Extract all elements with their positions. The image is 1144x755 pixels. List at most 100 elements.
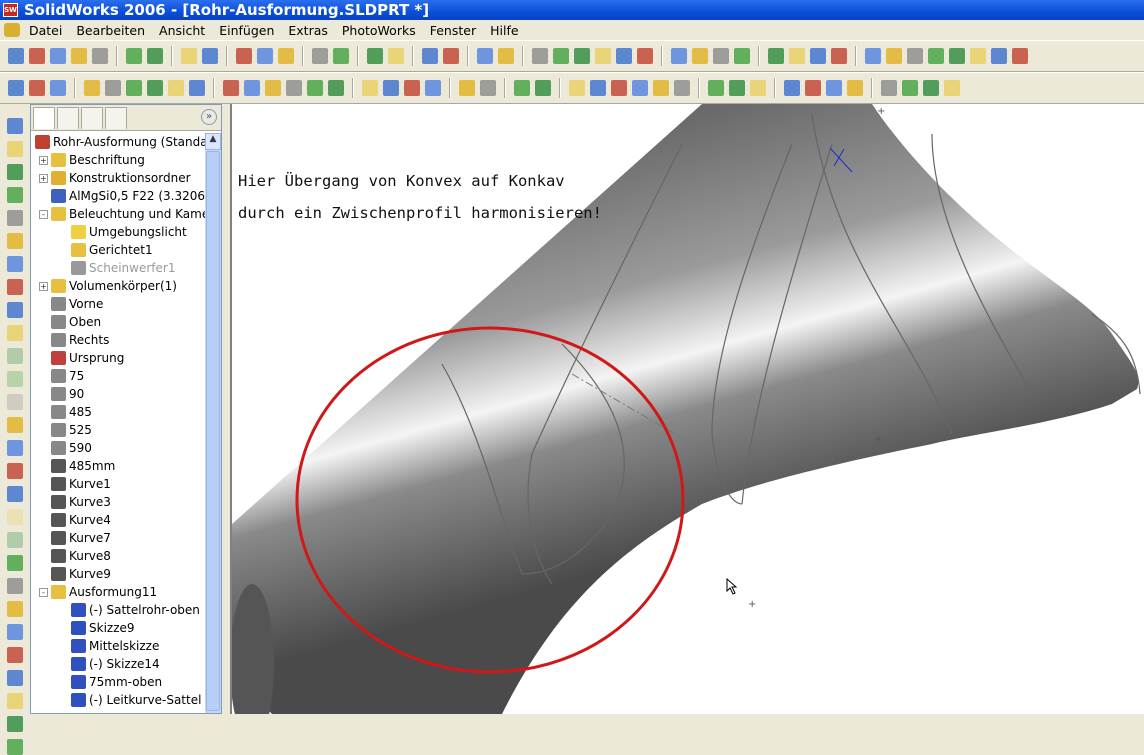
feature-button-7[interactable]: [168, 80, 184, 96]
standard-button-29[interactable]: [734, 48, 750, 64]
tree-item[interactable]: Kurve3: [51, 493, 111, 511]
feature-button-31[interactable]: [750, 80, 766, 96]
sketch-tool-button-11[interactable]: [7, 371, 23, 387]
menu-bearbeiten[interactable]: Bearbeiten: [69, 23, 152, 38]
standard-button-8[interactable]: [202, 48, 218, 64]
tree-item[interactable]: 525: [51, 421, 92, 439]
feature-button-10[interactable]: [244, 80, 260, 96]
tree-item[interactable]: 590: [51, 439, 92, 457]
tree-item[interactable]: (-) Leitkurve-Sattel: [71, 691, 201, 709]
tree-item[interactable]: Kurve7: [51, 529, 111, 547]
sketch-tool-button-12[interactable]: [7, 394, 23, 410]
standard-button-16[interactable]: [422, 48, 438, 64]
tree-item[interactable]: Kurve4: [51, 511, 111, 529]
configurationmanager-tab[interactable]: [81, 107, 103, 129]
menu-einfügen[interactable]: Einfügen: [212, 23, 281, 38]
sketch-tool-button-16[interactable]: [7, 486, 23, 502]
standard-button-28[interactable]: [713, 48, 729, 64]
tree-item[interactable]: + Konstruktionsordner: [39, 169, 191, 187]
standard-button-26[interactable]: [671, 48, 687, 64]
tree-item[interactable]: 485: [51, 403, 92, 421]
tree-item[interactable]: 75: [51, 367, 84, 385]
feature-button-9[interactable]: [223, 80, 239, 96]
standard-button-2[interactable]: [50, 48, 66, 64]
standard-button-31[interactable]: [789, 48, 805, 64]
app-menu-icon[interactable]: [4, 23, 20, 37]
sketch-tool-button-13[interactable]: [7, 417, 23, 433]
feature-button-24[interactable]: [590, 80, 606, 96]
standard-button-5[interactable]: [126, 48, 142, 64]
standard-button-23[interactable]: [595, 48, 611, 64]
expand-icon[interactable]: +: [39, 155, 48, 165]
standard-button-37[interactable]: [928, 48, 944, 64]
expand-icon[interactable]: +: [39, 281, 48, 291]
graphics-viewport[interactable]: + + + Hier Übergang von Konvex auf Konka…: [230, 104, 1144, 714]
sketch-tool-button-6[interactable]: [7, 256, 23, 272]
feature-button-29[interactable]: [708, 80, 724, 96]
standard-button-12[interactable]: [312, 48, 328, 64]
sketch-tool-button-4[interactable]: [7, 210, 23, 226]
menu-fenster[interactable]: Fenster: [423, 23, 483, 38]
feature-button-25[interactable]: [611, 80, 627, 96]
feature-button-35[interactable]: [847, 80, 863, 96]
sketch-tool-button-24[interactable]: [7, 670, 23, 686]
tree-item[interactable]: Umgebungslicht: [71, 223, 187, 241]
feature-button-1[interactable]: [29, 80, 45, 96]
sketch-tool-button-9[interactable]: [7, 325, 23, 341]
feature-button-23[interactable]: [569, 80, 585, 96]
sketch-tool-button-26[interactable]: [7, 716, 23, 732]
standard-button-0[interactable]: [8, 48, 24, 64]
sketch-tool-button-21[interactable]: [7, 601, 23, 617]
collapse-icon[interactable]: -: [39, 209, 48, 219]
scrollbar-thumb[interactable]: [206, 151, 220, 711]
feature-button-4[interactable]: [105, 80, 121, 96]
feature-button-38[interactable]: [923, 80, 939, 96]
scroll-up-button[interactable]: ▲: [205, 133, 221, 150]
tree-item[interactable]: AlMgSi0,5 F22 (3.3206): [51, 187, 210, 205]
propertymanager-tab[interactable]: [57, 107, 79, 129]
tree-root[interactable]: Rohr-Ausformung (Standard: [35, 133, 220, 151]
tree-item[interactable]: - Ausformung11: [39, 583, 157, 601]
standard-button-15[interactable]: [388, 48, 404, 64]
standard-button-35[interactable]: [886, 48, 902, 64]
tree-item[interactable]: Skizze9: [71, 619, 135, 637]
feature-button-11[interactable]: [265, 80, 281, 96]
tree-item[interactable]: 485mm: [51, 457, 115, 475]
sketch-tool-button-20[interactable]: [7, 578, 23, 594]
tree-item[interactable]: - Beleuchtung und Kamera: [39, 205, 222, 223]
tree-item[interactable]: (-) Skizze14: [71, 655, 160, 673]
sketch-tool-button-1[interactable]: [7, 141, 23, 157]
tree-item[interactable]: Gerichtet1: [71, 241, 153, 259]
feature-button-32[interactable]: [784, 80, 800, 96]
tree-item[interactable]: Ursprung: [51, 349, 124, 367]
standard-button-24[interactable]: [616, 48, 632, 64]
feature-button-17[interactable]: [404, 80, 420, 96]
sketch-tool-button-23[interactable]: [7, 647, 23, 663]
feature-button-34[interactable]: [826, 80, 842, 96]
standard-button-41[interactable]: [1012, 48, 1028, 64]
feature-button-12[interactable]: [286, 80, 302, 96]
feature-button-0[interactable]: [8, 80, 24, 96]
sketch-tool-button-19[interactable]: [7, 555, 23, 571]
sketch-tool-button-2[interactable]: [7, 164, 23, 180]
tree-item[interactable]: Rechts: [51, 331, 109, 349]
feature-button-15[interactable]: [362, 80, 378, 96]
standard-button-18[interactable]: [477, 48, 493, 64]
feature-button-37[interactable]: [902, 80, 918, 96]
standard-button-39[interactable]: [970, 48, 986, 64]
feature-button-3[interactable]: [84, 80, 100, 96]
photoworks-tab[interactable]: [105, 107, 127, 129]
feature-button-13[interactable]: [307, 80, 323, 96]
standard-button-17[interactable]: [443, 48, 459, 64]
feature-button-6[interactable]: [147, 80, 163, 96]
menu-photoworks[interactable]: PhotoWorks: [335, 23, 423, 38]
standard-button-32[interactable]: [810, 48, 826, 64]
menu-extras[interactable]: Extras: [281, 23, 335, 38]
tree-item[interactable]: + Volumenkörper(1): [39, 277, 177, 295]
standard-button-30[interactable]: [768, 48, 784, 64]
sketch-tool-button-22[interactable]: [7, 624, 23, 640]
standard-button-13[interactable]: [333, 48, 349, 64]
sketch-tool-button-15[interactable]: [7, 463, 23, 479]
tree-item[interactable]: 75mm-oben: [71, 673, 162, 691]
sketch-tool-button-17[interactable]: [7, 509, 23, 525]
